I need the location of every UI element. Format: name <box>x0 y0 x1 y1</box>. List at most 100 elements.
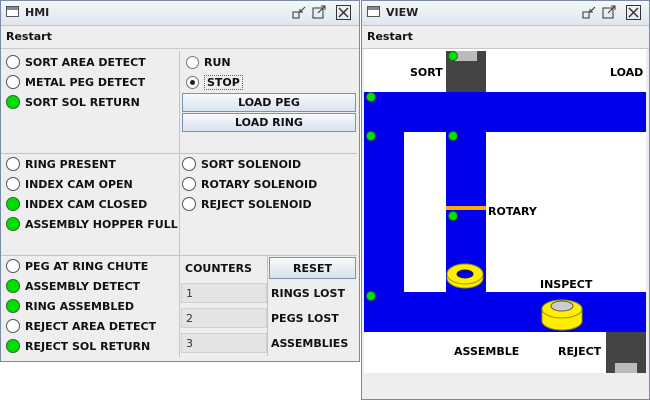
run-radio[interactable]: RUN <box>186 53 231 71</box>
pegs-lost-label: PEGS LOST <box>271 312 339 325</box>
load-ring-button[interactable]: LOAD RING <box>182 113 356 132</box>
view-title: VIEW <box>386 6 419 19</box>
restart-menu[interactable]: Restart <box>367 30 413 43</box>
restart-menu[interactable]: Restart <box>6 30 52 43</box>
hmi-panel: SORT AREA DETECT METAL PEG DETECT SORT S… <box>1 49 359 357</box>
sensor-indicator <box>366 92 376 102</box>
load-label: LOAD <box>610 66 644 79</box>
sensor-ring-present: RING PRESENT <box>6 155 116 173</box>
view-menubar: Restart <box>362 26 649 49</box>
sensor-sort-sol-return: SORT SOL RETURN <box>6 93 140 111</box>
sensor-light <box>6 217 20 231</box>
stop-radio[interactable]: STOP <box>186 73 243 91</box>
sensor-light <box>6 75 20 89</box>
sensor-light <box>6 55 20 69</box>
sensor-label: RING PRESENT <box>25 157 116 171</box>
sensor-indicator <box>448 131 458 141</box>
sort-hopper-slot <box>455 51 477 61</box>
counters-header: COUNTERS <box>185 262 252 275</box>
solenoid-sort: SORT SOLENOID <box>182 155 301 173</box>
sensor-reject-area-detect: REJECT AREA DETECT <box>6 317 156 335</box>
sensor-ring-assembled: RING ASSEMBLED <box>6 297 134 315</box>
sensor-peg-at-ring-chute: PEG AT RING CHUTE <box>6 257 148 275</box>
reset-button[interactable]: RESET <box>269 257 356 279</box>
sensor-metal-peg-detect: METAL PEG DETECT <box>6 73 145 91</box>
section-divider <box>1 153 357 154</box>
section-divider <box>1 255 357 256</box>
assemble-label: ASSEMBLE <box>454 345 520 358</box>
close-icon[interactable] <box>336 5 351 20</box>
sensor-reject-sol-return: REJECT SOL RETURN <box>6 337 150 355</box>
window-icon <box>367 6 380 17</box>
stop-label: STOP <box>204 74 243 90</box>
column-divider <box>179 51 180 357</box>
sensor-label: PEG AT RING CHUTE <box>25 259 149 273</box>
minimize-icon[interactable] <box>292 5 307 20</box>
sensor-assembly-hopper-full: ASSEMBLY HOPPER FULL <box>6 215 178 233</box>
hmi-title: HMI <box>25 6 50 19</box>
sensor-light <box>6 339 20 353</box>
sensor-light <box>6 299 20 313</box>
solenoid-rotary: ROTARY SOLENOID <box>182 175 317 193</box>
inspected-assembly <box>541 299 583 331</box>
load-peg-button[interactable]: LOAD PEG <box>182 93 356 112</box>
sensor-indicator <box>366 291 376 301</box>
sensor-index-cam-closed: INDEX CAM CLOSED <box>6 195 147 213</box>
sensor-assembly-detect: ASSEMBLY DETECT <box>6 277 140 295</box>
sensor-light <box>6 177 20 191</box>
lower-conveyor <box>364 292 646 332</box>
solenoid-light <box>182 177 196 191</box>
sensor-sort-area-detect: SORT AREA DETECT <box>6 53 146 71</box>
window-icon <box>6 6 19 17</box>
solenoid-reject: REJECT SOLENOID <box>182 195 312 213</box>
sensor-light <box>6 95 20 109</box>
rings-lost-label: RINGS LOST <box>271 287 345 300</box>
minimize-icon[interactable] <box>582 5 597 20</box>
pegs-lost-counter: 2 <box>181 308 267 328</box>
inspect-label: INSPECT <box>540 278 593 291</box>
close-icon[interactable] <box>626 5 641 20</box>
sensor-label: RING ASSEMBLED <box>25 299 134 313</box>
rotary-arm <box>446 206 486 210</box>
sensor-indicator <box>448 211 458 221</box>
sensor-label: INDEX CAM CLOSED <box>25 197 148 211</box>
sensor-label: ASSEMBLY HOPPER FULL <box>25 217 178 231</box>
solenoid-light <box>182 157 196 171</box>
sensor-label: SORT SOL RETURN <box>25 95 140 109</box>
radio-button[interactable] <box>186 55 199 69</box>
sensor-label: INDEX CAM OPEN <box>25 177 133 191</box>
sensor-indicator <box>366 131 376 141</box>
hmi-window: HMI Restart SORT AREA DETECT METAL PEG D… <box>0 0 360 362</box>
maximize-icon[interactable] <box>602 5 617 20</box>
sensor-label: METAL PEG DETECT <box>25 75 146 89</box>
ring-on-conveyor <box>446 263 484 289</box>
sort-label: SORT <box>410 66 443 79</box>
radio-button[interactable] <box>186 75 199 89</box>
sensor-label: REJECT AREA DETECT <box>25 319 157 333</box>
sensor-light <box>6 259 20 273</box>
run-label: RUN <box>204 55 231 69</box>
solenoid-label: ROTARY SOLENOID <box>201 177 318 191</box>
sensor-indicator <box>448 51 458 61</box>
hmi-titlebar[interactable]: HMI <box>1 1 359 26</box>
solenoid-label: SORT SOLENOID <box>201 157 302 171</box>
assemblies-label: ASSEMBLIES <box>271 337 349 350</box>
sensor-light <box>6 157 20 171</box>
reject-chute <box>606 332 646 373</box>
solenoid-light <box>182 197 196 211</box>
sensor-light <box>6 279 20 293</box>
sensor-label: REJECT SOL RETURN <box>25 339 151 353</box>
plant-view-canvas: SORT LOAD ROTARY INSPECT ASSEMBLE REJECT <box>364 49 646 373</box>
sensor-label: SORT AREA DETECT <box>25 55 146 69</box>
rotary-label: ROTARY <box>488 205 537 218</box>
upper-conveyor <box>364 92 646 132</box>
maximize-icon[interactable] <box>312 5 327 20</box>
view-titlebar[interactable]: VIEW <box>362 1 649 26</box>
sensor-index-cam-open: INDEX CAM OPEN <box>6 175 133 193</box>
solenoid-label: REJECT SOLENOID <box>201 197 312 211</box>
rings-lost-counter: 1 <box>181 283 267 303</box>
counter-divider <box>267 256 268 356</box>
reject-label: REJECT <box>558 345 602 358</box>
assemblies-counter: 3 <box>181 333 267 353</box>
view-window: VIEW Restart SORT LOAD ROTARY INSPECT AS… <box>361 0 650 400</box>
